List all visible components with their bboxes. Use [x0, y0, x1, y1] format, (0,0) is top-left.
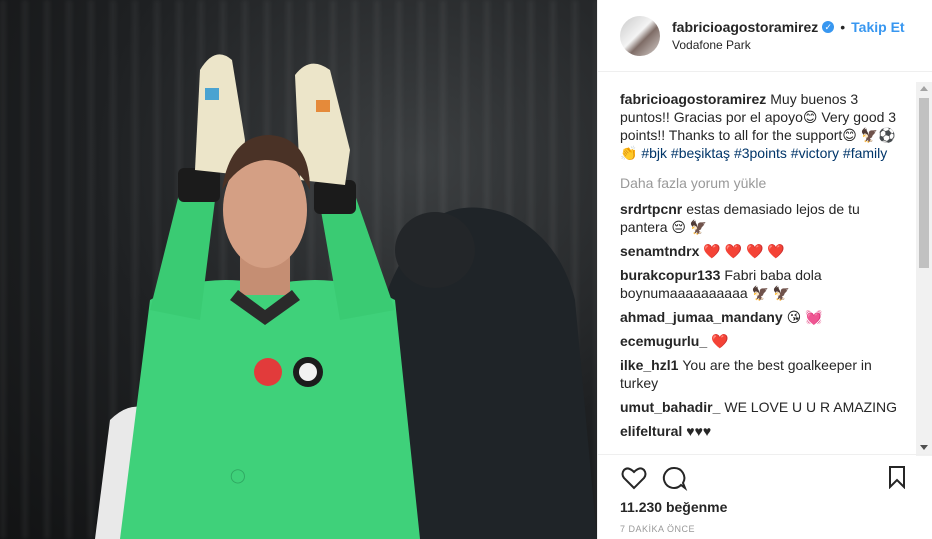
comment-text: 😘 💓 — [786, 309, 823, 325]
glove-accent — [316, 100, 330, 112]
load-more-comments-button[interactable]: Daha fazla yorum yükle — [620, 174, 909, 192]
post-timestamp[interactable]: 7 DAKİKA ÖNCE — [620, 524, 695, 534]
left-wristband — [178, 168, 220, 202]
comment-list: fabricioagostoramirez Muy buenos 3 puntos… — [598, 72, 932, 440]
comment-username[interactable]: umut_bahadir_ — [620, 399, 720, 415]
comment-item: elifeltural ♥♥♥ — [620, 422, 909, 440]
comment-username[interactable]: elifeltural — [620, 423, 682, 439]
comment-username[interactable]: ahmad_jumaa_mandany — [620, 309, 783, 325]
comment-text: ❤️ — [711, 333, 729, 349]
bookmark-icon[interactable] — [887, 465, 907, 489]
follow-button[interactable]: Takip Et — [851, 19, 904, 35]
comment-username[interactable]: senamtndrx — [620, 243, 699, 259]
teammate-head — [395, 212, 475, 288]
hashtag-link[interactable]: #beşiktaş — [671, 145, 730, 161]
glove-accent — [205, 88, 219, 100]
header-info: fabricioagostoramirez ✓ • Takip Et Vodaf… — [672, 19, 905, 52]
comment-icon[interactable] — [660, 465, 688, 491]
heart-icon[interactable] — [620, 465, 648, 491]
avatar[interactable] — [620, 15, 660, 56]
comment-username[interactable]: ecemugurlu_ — [620, 333, 707, 349]
comment-item: burakcopur133 Fabri baba dola boynumaaaaa… — [620, 266, 909, 302]
separator-dot: • — [840, 19, 846, 35]
post-sidebar: fabricioagostoramirez ✓ • Takip Et Vodaf… — [597, 0, 932, 539]
caption-hashtags: #bjk #beşiktaş #3points #victory #family — [641, 145, 887, 161]
comments-scrollbar[interactable] — [916, 82, 932, 456]
comment-item: srdrtpcnr estas demasiado lejos de tu pan… — [620, 200, 909, 236]
comment-text: ♥♥♥ — [686, 423, 712, 439]
comment-text: WE LOVE U U R AMAZING — [724, 399, 898, 415]
like-count[interactable]: 11.230 beğenme — [620, 499, 727, 515]
sponsor-mark: ◯ — [230, 467, 246, 484]
club-crest-inner — [299, 363, 317, 381]
verified-badge-icon: ✓ — [822, 21, 835, 33]
action-icons — [620, 465, 700, 491]
comments-panel[interactable]: fabricioagostoramirez Muy buenos 3 puntos… — [598, 72, 932, 454]
comment-item: ahmad_jumaa_mandany 😘 💓 — [620, 308, 909, 326]
flag-crest — [254, 358, 282, 386]
scroll-down-arrow-icon[interactable] — [920, 445, 928, 450]
comment-item: ecemugurlu_ ❤️ — [620, 332, 909, 350]
comment-username[interactable]: ilke_hzl1 — [620, 357, 678, 373]
goalkeeper-illustration: ◯ — [95, 54, 597, 539]
comment-username[interactable]: burakcopur133 — [620, 267, 720, 283]
post-photo[interactable]: ◯ — [0, 0, 597, 539]
hashtag-link[interactable]: #family — [843, 145, 887, 161]
location-link[interactable]: Vodafone Park — [672, 38, 905, 52]
comment-text: ❤️ ❤️ ❤️ ❤️ — [703, 243, 785, 259]
comment-item: umut_bahadir_ WE LOVE U U R AMAZING — [620, 398, 909, 416]
post-header: fabricioagostoramirez ✓ • Takip Et Vodaf… — [598, 0, 932, 72]
scroll-thumb[interactable] — [919, 98, 929, 268]
hashtag-link[interactable]: #bjk — [641, 145, 667, 161]
caption: fabricioagostoramirez Muy buenos 3 puntos… — [620, 90, 909, 162]
header-row: fabricioagostoramirez ✓ • Takip Et — [672, 19, 905, 35]
comment-username[interactable]: srdrtpcnr — [620, 201, 682, 217]
username-link[interactable]: fabricioagostoramirez — [672, 19, 818, 35]
comment-item: ilke_hzl1 You are the best goalkeeper in … — [620, 356, 909, 392]
instagram-post: ◯ fabricioagostoramirez ✓ • Takip Et Vod… — [0, 0, 932, 539]
caption-username[interactable]: fabricioagostoramirez — [620, 91, 766, 107]
comment-item: senamtndrx ❤️ ❤️ ❤️ ❤️ — [620, 242, 909, 260]
hashtag-link[interactable]: #victory — [791, 145, 839, 161]
right-wristband — [314, 180, 356, 214]
post-actions: 11.230 beğenme 7 DAKİKA ÖNCE — [598, 454, 932, 539]
hashtag-link[interactable]: #3points — [734, 145, 787, 161]
scroll-up-arrow-icon[interactable] — [920, 86, 928, 91]
comments-container: srdrtpcnr estas demasiado lejos de tu pan… — [620, 200, 909, 440]
